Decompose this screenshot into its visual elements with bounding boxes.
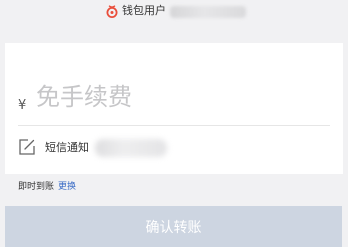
sms-notify-label: 短信通知: [45, 141, 89, 154]
currency-symbol: ¥: [18, 98, 27, 113]
confirm-transfer-button[interactable]: 确认转账: [5, 206, 342, 247]
arrival-label: 即时到账: [18, 182, 55, 192]
transfer-card: ¥ 短信通知: [5, 43, 343, 174]
wallet-icon: [106, 5, 118, 18]
redacted-note: [95, 139, 167, 157]
divider: [18, 125, 330, 126]
change-link[interactable]: 更换: [58, 182, 76, 192]
top-bar: 钱包用户: [0, 0, 348, 24]
redacted-username: [170, 6, 246, 18]
edit-icon: [19, 139, 35, 155]
sms-notify-row[interactable]: 短信通知: [5, 134, 343, 170]
wallet-user-label: 钱包用户: [122, 4, 166, 17]
arrival-row: 即时到账 更换: [18, 181, 76, 193]
amount-input[interactable]: [36, 80, 316, 114]
